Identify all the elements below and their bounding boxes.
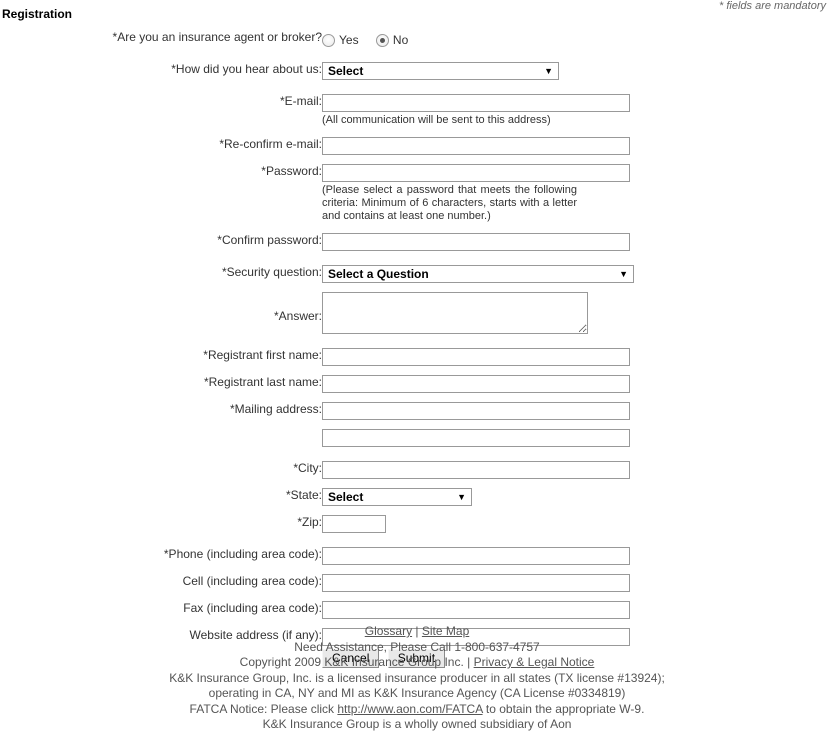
footer-links-row: Glossary | Site Map (0, 624, 834, 640)
form-row-cell: Cell (including area code): (0, 574, 822, 593)
chevron-down-icon: ▼ (457, 492, 466, 503)
password-label: *Password: (261, 164, 322, 179)
first-name-label: *Registrant first name: (203, 348, 322, 363)
reconfirm-email-input[interactable] (322, 137, 630, 156)
fax-input[interactable] (322, 601, 630, 620)
form-row-agent-broker: *Are you an insurance agent or broker? Y… (0, 30, 822, 48)
form-row-password: *Password: (0, 164, 822, 183)
page-footer: Glossary | Site Map Need Assistance, Ple… (0, 624, 834, 733)
first-name-input[interactable] (322, 348, 630, 367)
email-hint-text: (All communication will be sent to this … (322, 114, 551, 127)
mailing-address-input-line2[interactable] (322, 429, 630, 448)
confirm-password-input[interactable] (322, 233, 630, 252)
footer-license-line-2: operating in CA, NY and MI as K&K Insura… (208, 686, 626, 700)
city-input[interactable] (322, 461, 630, 480)
last-name-input[interactable] (322, 375, 630, 394)
zip-label: *Zip: (297, 515, 322, 530)
security-question-select[interactable]: Select a Question ▼ (322, 265, 634, 284)
radio-no-label: No (392, 33, 409, 48)
form-row-zip: *Zip: (0, 515, 822, 534)
footer-copyright-separator: | (467, 655, 471, 669)
state-select[interactable]: Select ▼ (322, 488, 472, 507)
zip-input[interactable] (322, 515, 386, 534)
radio-yes-icon[interactable] (322, 33, 335, 47)
fax-label: Fax (including area code): (183, 601, 322, 616)
confirm-password-label: *Confirm password: (217, 233, 322, 248)
form-row-reconfirm-email: *Re-confirm e-mail: (0, 137, 822, 156)
form-row-city: *City: (0, 461, 822, 480)
form-row-security-question: *Security question: Select a Question ▼ (0, 265, 822, 284)
phone-label: *Phone (including area code): (163, 547, 322, 562)
form-row-answer: *Answer: (0, 292, 822, 335)
agent-broker-label: *Are you an insurance agent or broker? (112, 30, 322, 44)
form-row-first-name: *Registrant first name: (0, 348, 822, 367)
mailing-address-input-line1[interactable] (322, 402, 630, 421)
email-label: *E-mail: (279, 94, 322, 109)
cell-input[interactable] (322, 574, 630, 593)
form-row-email-hint: (All communication will be sent to this … (0, 112, 822, 128)
registration-form: *Are you an insurance agent or broker? Y… (0, 30, 834, 669)
reconfirm-email-label: *Re-confirm e-mail: (219, 137, 322, 152)
footer-fatca-row: FATCA Notice: Please click http://www.ao… (0, 702, 834, 718)
form-row-fax: Fax (including area code): (0, 601, 822, 620)
password-input[interactable] (322, 164, 630, 183)
chevron-down-icon: ▼ (619, 269, 628, 280)
security-question-select-value: Select a Question (328, 267, 429, 282)
radio-no-icon[interactable] (375, 33, 389, 47)
answer-textarea[interactable] (322, 292, 588, 335)
radio-option-no[interactable]: No (375, 31, 409, 48)
footer-copyright-text: Copyright 2009 K&K Insurance Group Inc. (239, 655, 464, 669)
footer-assistance-text: Need Assistance, Please Call 1-800-637-4… (294, 639, 540, 654)
cell-label: Cell (including area code): (182, 574, 322, 589)
last-name-label: *Registrant last name: (203, 375, 322, 390)
footer-subsidiary-text: K&K Insurance Group is a wholly owned su… (262, 717, 572, 731)
city-label: *City: (293, 461, 322, 476)
footer-license-line-1: K&K Insurance Group, Inc. is a licensed … (169, 670, 665, 685)
security-question-label: *Security question: (221, 265, 322, 280)
site-map-link[interactable]: Site Map (422, 624, 469, 638)
form-row-hear-about: *How did you hear about us: Select ▼ (0, 62, 822, 81)
form-row-mailing-address: *Mailing address: (0, 402, 822, 421)
form-layout-table: *Are you an insurance agent or broker? Y… (0, 30, 822, 669)
password-hint-text: (Please select a password that meets the… (322, 184, 577, 223)
form-row-email: *E-mail: (0, 94, 822, 113)
mandatory-fields-note: * fields are mandatory (719, 0, 826, 12)
footer-link-separator: | (415, 624, 419, 638)
hear-about-label: *How did you hear about us: (171, 62, 322, 77)
footer-copyright-row: Copyright 2009 K&K Insurance Group Inc. … (0, 655, 834, 671)
hear-about-select[interactable]: Select ▼ (322, 62, 559, 81)
hear-about-select-value: Select (328, 64, 364, 79)
form-row-confirm-password: *Confirm password: (0, 233, 822, 252)
glossary-link[interactable]: Glossary (365, 624, 412, 638)
fatca-link[interactable]: http://www.aon.com/FATCA (337, 702, 482, 716)
mailing-address-label: *Mailing address: (229, 402, 322, 417)
form-row-mailing-address-2 (0, 429, 822, 448)
fatca-prefix-text: FATCA Notice: Please click (189, 701, 338, 716)
form-row-state: *State: Select ▼ (0, 488, 822, 507)
email-input[interactable] (322, 94, 630, 113)
form-row-phone: *Phone (including area code): (0, 547, 822, 566)
radio-option-yes[interactable]: Yes (322, 31, 359, 48)
page-title: Registration (2, 7, 73, 21)
answer-label: *Answer: (273, 309, 322, 324)
chevron-down-icon: ▼ (544, 66, 553, 77)
form-row-last-name: *Registrant last name: (0, 375, 822, 394)
state-label: *State: (285, 488, 322, 503)
state-select-value: Select (328, 490, 364, 505)
radio-yes-label: Yes (339, 33, 359, 48)
phone-input[interactable] (322, 547, 630, 566)
form-row-password-hint: (Please select a password that meets the… (0, 182, 822, 224)
agent-broker-radio-group[interactable]: Yes No (322, 30, 822, 48)
privacy-legal-notice-link[interactable]: Privacy & Legal Notice (474, 655, 595, 669)
fatca-suffix-text: to obtain the appropriate W-9. (482, 701, 645, 716)
